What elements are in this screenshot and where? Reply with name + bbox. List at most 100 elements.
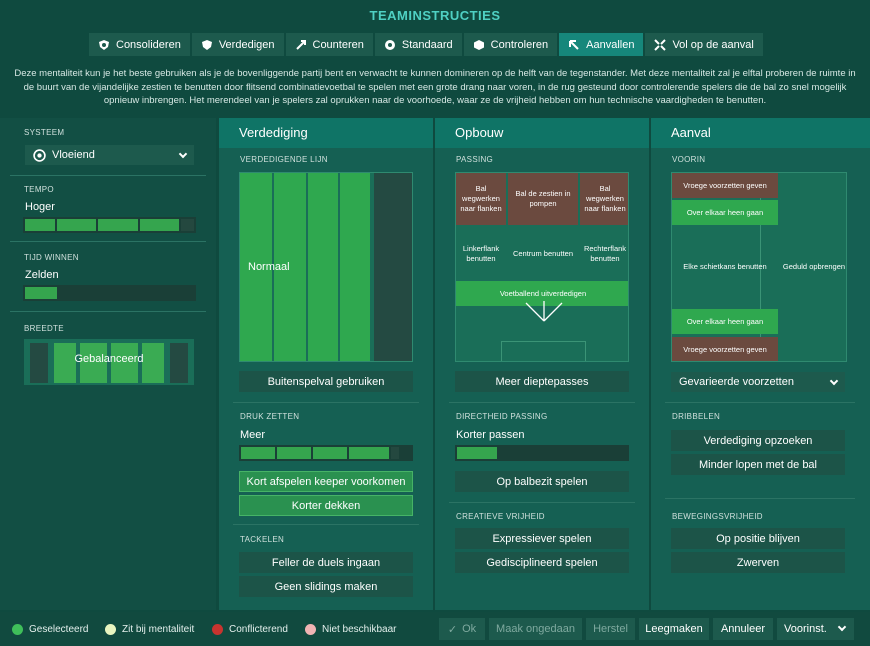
clear-button[interactable]: Leegmaken [639, 618, 709, 640]
defensive-line-pitch[interactable]: Normaal [239, 172, 413, 362]
pitch-line [501, 341, 585, 342]
zone-pump-into-box[interactable]: Bal de zestien in pompen [508, 173, 578, 225]
tighter-marking-button[interactable]: Korter dekken [239, 495, 413, 516]
movement-freedom-label: BEWEGINGSVRIJHEID [672, 512, 763, 521]
conflict-dot-icon [212, 624, 223, 635]
zone-shoot-on-sight[interactable]: Elke schietkans benutten [672, 227, 778, 307]
legend-label: Conflicterend [229, 624, 288, 635]
pressing-segment [241, 447, 275, 459]
dribble-less-button[interactable]: Minder lopen met de bal [671, 454, 845, 475]
hold-position-button[interactable]: Op positie blijven [671, 528, 845, 549]
system-select[interactable]: Vloeiend [25, 145, 194, 165]
stay-on-feet-button[interactable]: Geen slidings maken [239, 576, 413, 597]
pass-arrows-icon [525, 301, 563, 322]
pressing-segment [277, 447, 311, 459]
zone-early-crosses-top[interactable]: Vroege voorzetten geven [672, 173, 778, 198]
retain-possession-button[interactable]: Op balbezit spelen [455, 471, 629, 492]
passing-directness-slider[interactable] [455, 445, 629, 461]
zone-clear-to-flanks-left[interactable]: Bal wegwerken naar flanken [456, 173, 506, 225]
cube-icon [473, 39, 484, 50]
tab-counteren[interactable]: Counteren [285, 33, 373, 56]
zone-centre[interactable]: Centrum benutten [508, 229, 578, 279]
build-up-panel: Opbouw PASSING Bal wegwerken naar flanke… [435, 118, 649, 610]
pressing-segment-empty [391, 447, 399, 459]
system-value: Vloeiend [52, 149, 95, 161]
pitch-line [585, 341, 586, 361]
tab-label: Counteren [312, 38, 364, 51]
divider [10, 241, 206, 242]
general-panel: SYSTEEM Vloeiend TEMPO Hoger TIJD WINNEN… [0, 118, 216, 610]
legend-fits: Zit bij mentaliteit [105, 624, 194, 635]
selected-dot-icon [12, 624, 23, 635]
line-lane [340, 173, 370, 361]
tab-label: Standaard [401, 38, 453, 51]
time-wasting-segment [25, 287, 57, 299]
reset-button[interactable]: Herstel [586, 618, 635, 640]
legend-label: Geselecteerd [29, 624, 89, 635]
mentality-description: Deze mentaliteit kun je het beste gebrui… [14, 68, 856, 106]
zone-work-ball-into-box[interactable]: Geduld opbrengen [780, 227, 846, 307]
tab-consolideren[interactable]: Consolideren [89, 33, 190, 56]
zone-overlap-top[interactable]: Over elkaar heen gaan [672, 200, 778, 225]
defensive-line-value: Normaal [248, 261, 290, 273]
build-up-heading: Opbouw [435, 118, 649, 148]
tempo-slider[interactable] [23, 217, 196, 233]
divider [233, 402, 419, 403]
time-wasting-slider[interactable] [23, 285, 196, 301]
more-direct-passing-button[interactable]: Meer dieptepasses [455, 371, 629, 392]
line-lane [308, 173, 338, 361]
undo-button[interactable]: Maak ongedaan [489, 618, 582, 640]
presets-button[interactable]: Voorinst. [777, 618, 854, 640]
tempo-segment [56, 219, 97, 231]
time-wasting-label: TIJD WINNEN [24, 253, 79, 262]
zone-early-crosses-bottom[interactable]: Vroege voorzetten geven [672, 337, 778, 361]
zone-right-flank[interactable]: Rechterflank benutten [580, 229, 628, 279]
fluid-icon [33, 148, 46, 162]
zone-clear-to-flanks-right[interactable]: Bal wegwerken naar flanken [580, 173, 628, 225]
crossing-select[interactable]: Gevarieerde voorzetten [671, 372, 845, 392]
be-more-expressive-button[interactable]: Expressiever spelen [455, 528, 629, 549]
zone-left-flank[interactable]: Linkerflank benutten [456, 229, 506, 279]
tackling-label: TACKELEN [240, 535, 285, 544]
legend-label: Niet beschikbaar [322, 624, 397, 635]
system-label: SYSTEEM [24, 128, 65, 137]
tab-aanvallen[interactable]: Aanvallen [559, 33, 644, 56]
multi-arrow-icon [654, 38, 667, 51]
crossing-value: Gevarieerde voorzetten [679, 376, 794, 388]
tab-vol-op-de-aanval[interactable]: Vol op de aanval [645, 33, 763, 56]
attack-arrow-icon [569, 39, 579, 50]
chevron-down-icon [829, 376, 839, 386]
tab-label: Controleren [490, 38, 549, 51]
passing-directness-label: DIRECTHEID PASSING [456, 412, 548, 421]
get-stuck-in-button[interactable]: Feller de duels ingaan [239, 552, 413, 573]
offside-trap-button[interactable]: Buitenspelval gebruiken [239, 371, 413, 392]
footer-bar: Geselecteerd Zit bij mentaliteit Conflic… [0, 612, 870, 646]
attack-heading: Aanval [651, 118, 870, 148]
tab-controleren[interactable]: Controleren [463, 33, 558, 56]
chevron-down-icon [178, 149, 188, 159]
time-wasting-value: Zelden [25, 269, 59, 281]
ok-button[interactable]: ✓ Ok [439, 618, 485, 640]
tab-verdedigen[interactable]: Verdedigen [191, 33, 284, 56]
page-title: TEAMINSTRUCTIES [369, 8, 501, 23]
tab-standaard[interactable]: Standaard [374, 33, 462, 56]
ok-label: Ok [462, 623, 477, 635]
be-more-disciplined-button[interactable]: Gedisciplineerd spelen [455, 552, 629, 573]
pressing-slider[interactable] [239, 445, 413, 461]
legend-selected: Geselecteerd [12, 624, 88, 635]
zone-overlap-bottom[interactable]: Over elkaar heen gaan [672, 309, 778, 334]
fits-dot-icon [105, 624, 116, 635]
width-pitch[interactable]: Gebalanceerd [24, 339, 194, 385]
legend-conflict: Conflicterend [212, 624, 288, 635]
prevent-short-gk-button[interactable]: Kort afspelen keeper voorkomen [239, 471, 413, 492]
passing-pitch[interactable]: Bal wegwerken naar flanken Bal de zestie… [455, 172, 629, 362]
creative-freedom-label: CREATIEVE VRIJHEID [456, 512, 545, 521]
roam-button[interactable]: Zwerven [671, 552, 845, 573]
pressing-segment [349, 447, 389, 459]
shield-heart-icon [99, 39, 109, 50]
final-third-pitch[interactable]: Vroege voorzetten geven Over elkaar heen… [671, 172, 847, 362]
legend-unavailable: Niet beschikbaar [305, 624, 396, 635]
run-at-defence-button[interactable]: Verdediging opzoeken [671, 430, 845, 451]
divider [665, 498, 855, 499]
cancel-button[interactable]: Annuleer [713, 618, 773, 640]
